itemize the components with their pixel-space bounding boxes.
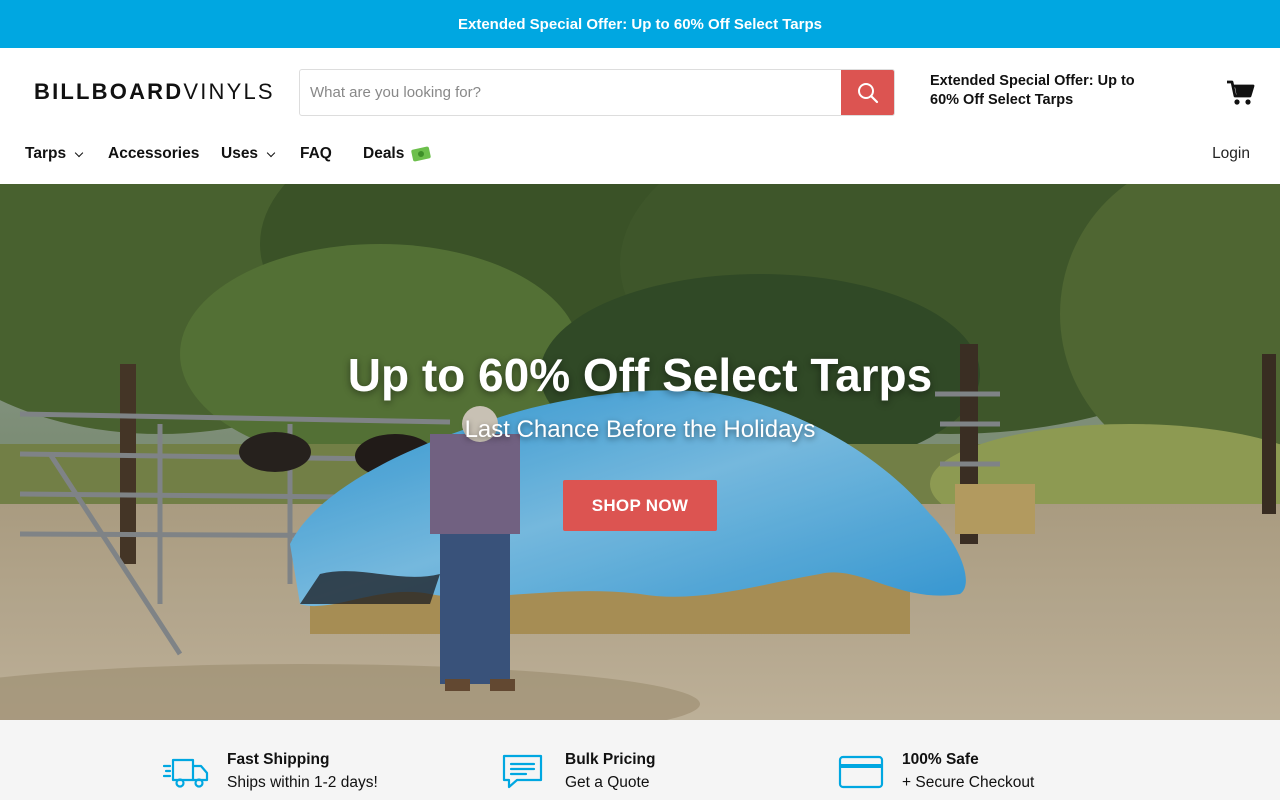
- nav-item-label: FAQ: [300, 145, 332, 162]
- cart-icon: [1227, 80, 1255, 105]
- feature-safe-checkout: 100% Safe + Secure Checkout: [838, 750, 1034, 796]
- site-header: BILLBOARDVINYLS Extended Special Offer: …: [0, 48, 1280, 136]
- search-input[interactable]: [300, 70, 841, 115]
- logo-bold-text: BILLBOARD: [34, 79, 184, 104]
- truck-icon: [163, 758, 209, 788]
- announcement-bar[interactable]: Extended Special Offer: Up to 60% Off Se…: [0, 0, 1280, 48]
- login-link[interactable]: Login: [1212, 145, 1250, 163]
- shop-now-button[interactable]: SHOP NOW: [563, 480, 717, 531]
- hero-subtitle: Last Chance Before the Holidays: [464, 416, 816, 443]
- nav-item-deals[interactable]: Deals: [363, 145, 432, 163]
- hero-banner[interactable]: Up to 60% Off Select Tarps Last Chance B…: [0, 184, 1280, 720]
- nav-item-label: Uses: [221, 145, 259, 162]
- announcement-text[interactable]: Extended Special Offer: Up to 60% Off Se…: [458, 16, 822, 33]
- feature-subtitle: Get a Quote: [565, 774, 650, 791]
- site-logo[interactable]: BILLBOARDVINYLS: [34, 79, 275, 105]
- nav-item-accessories[interactable]: Accessories: [108, 145, 199, 163]
- chevron-down-icon: [266, 148, 276, 157]
- feature-fast-shipping: Fast Shipping Ships within 1-2 days!: [163, 750, 378, 796]
- hero-title: Up to 60% Off Select Tarps: [347, 349, 933, 401]
- main-nav: Tarps Accessories Uses FAQ Deals Login: [0, 136, 1280, 184]
- nav-item-label: Deals: [363, 145, 405, 162]
- search-bar: [299, 69, 895, 116]
- feature-bulk-pricing: Bulk Pricing Get a Quote: [501, 750, 655, 796]
- chevron-down-icon: [74, 148, 84, 157]
- feature-subtitle: Ships within 1-2 days!: [227, 774, 378, 791]
- feature-title: 100% Safe: [902, 751, 979, 768]
- chat-icon: [502, 754, 543, 789]
- search-icon: [857, 82, 878, 103]
- search-button[interactable]: [841, 70, 894, 115]
- hero-image: [0, 184, 1280, 720]
- nav-item-tarps[interactable]: Tarps: [25, 145, 84, 163]
- nav-item-label: Tarps: [25, 145, 67, 162]
- cart-button[interactable]: [1226, 79, 1256, 107]
- feature-title: Bulk Pricing: [565, 751, 656, 768]
- nav-item-uses[interactable]: Uses: [221, 145, 276, 163]
- header-promo-text[interactable]: Extended Special Offer: Up to 60% Off Se…: [930, 72, 1150, 110]
- features-strip: Fast Shipping Ships within 1-2 days! Bul…: [0, 720, 1280, 800]
- money-icon: [411, 146, 432, 162]
- feature-title: Fast Shipping: [227, 751, 330, 768]
- credit-card-icon: [838, 755, 884, 789]
- logo-thin-text: VINYLS: [183, 79, 275, 104]
- feature-subtitle: + Secure Checkout: [902, 774, 1035, 791]
- nav-item-faq[interactable]: FAQ: [300, 145, 332, 163]
- nav-item-label: Accessories: [108, 145, 200, 162]
